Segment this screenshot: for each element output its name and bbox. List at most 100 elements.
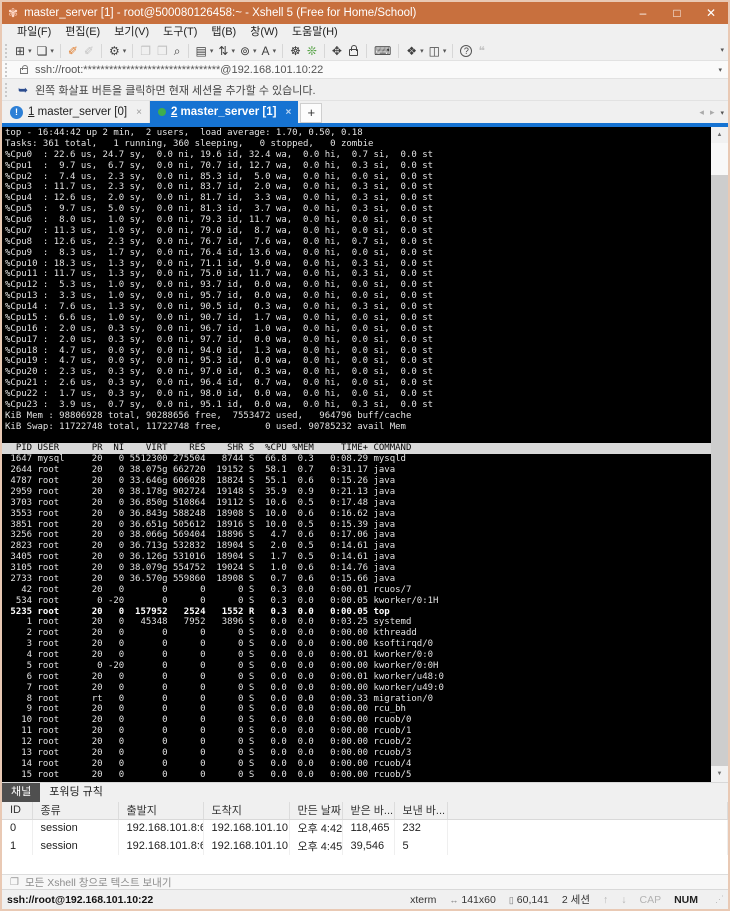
terminal-line: %Cpu23 : 3.9 us, 0.7 sy, 0.0 ni, 95.1 id… bbox=[5, 400, 711, 411]
channel-row[interactable]: 0 session 192.168.101.8:63... 192.168.10… bbox=[2, 819, 728, 837]
terminal-line: 2959 root 20 0 38.178g 902724 19148 S 35… bbox=[5, 487, 711, 498]
session-tab-label: master_server [1] bbox=[181, 106, 277, 118]
session-tab-label: master_server [0] bbox=[38, 106, 127, 118]
session-tab-1[interactable]: ! 1 master_server [0] × bbox=[2, 101, 150, 123]
column-header[interactable]: 도착지 bbox=[203, 802, 289, 819]
new-tab-button[interactable]: + bbox=[300, 103, 322, 123]
column-header[interactable] bbox=[447, 802, 728, 819]
multi-window-icon: ❐ bbox=[10, 877, 19, 888]
column-header[interactable]: 출발지 bbox=[118, 802, 203, 819]
dropdown-caret-icon[interactable]: ▾ bbox=[253, 47, 257, 55]
dropdown-caret-icon[interactable]: ▾ bbox=[273, 47, 277, 55]
menu-item[interactable]: 탭(B) bbox=[204, 24, 243, 41]
terminal-line: 3405 root 20 0 36.126g 531016 18904 S 1.… bbox=[5, 552, 711, 563]
file-transfer-button: ⇅ ▾ bbox=[215, 42, 237, 60]
column-header[interactable]: ID bbox=[2, 802, 32, 819]
terminal-line: Tasks: 361 total, 1 running, 360 sleepin… bbox=[5, 139, 711, 150]
minimize-button[interactable]: – bbox=[626, 2, 660, 24]
terminal-line: 14 root 20 0 0 0 0 S 0.0 0.0 0:00.00 rcu… bbox=[5, 759, 711, 770]
dropdown-caret-icon[interactable]: ▾ bbox=[50, 47, 54, 55]
terminal-line: %Cpu21 : 2.6 us, 0.3 sy, 0.0 ni, 96.4 id… bbox=[5, 378, 711, 389]
menu-item[interactable]: 파일(F) bbox=[10, 24, 58, 41]
menu-item[interactable]: 보기(V) bbox=[107, 24, 156, 41]
terminal-line: %Cpu3 : 11.7 us, 2.3 sy, 0.0 ni, 83.7 id… bbox=[5, 182, 711, 193]
tab-close-icon[interactable]: × bbox=[281, 107, 291, 118]
help-button: ? bbox=[457, 45, 475, 57]
scrollbar-thumb[interactable] bbox=[711, 143, 728, 175]
toolbar: ⊞ ▾ ❏ ▾ bbox=[2, 41, 728, 60]
terminal-size: 141x60 bbox=[461, 894, 495, 906]
info-bar-grip[interactable] bbox=[5, 83, 9, 97]
menu-item[interactable]: 창(W) bbox=[243, 24, 285, 41]
num-lock-indicator: NUM bbox=[674, 894, 698, 906]
terminal-line: 2823 root 20 0 36.713g 532832 18904 S 2.… bbox=[5, 541, 711, 552]
terminal-line: %Cpu7 : 11.3 us, 1.0 sy, 0.0 ni, 79.0 id… bbox=[5, 226, 711, 237]
session-url: ssh://root@192.168.101.10:22 bbox=[7, 894, 410, 906]
address-history-caret[interactable]: ▾ bbox=[712, 66, 728, 74]
dropdown-caret-icon[interactable]: ▾ bbox=[123, 47, 127, 55]
panel-tab[interactable]: 채널 bbox=[2, 783, 40, 802]
scroll-down-indicator-icon[interactable]: ↓ bbox=[621, 894, 626, 906]
terminal-output[interactable]: top - 16:44:42 up 2 min, 2 users, load a… bbox=[2, 127, 728, 782]
add-session-arrow-icon[interactable]: ➥ bbox=[18, 83, 28, 97]
menu-item[interactable]: 도구(T) bbox=[156, 24, 204, 41]
dropdown-caret-icon[interactable]: ▾ bbox=[443, 47, 447, 55]
terminal-line bbox=[5, 433, 711, 444]
table-header-row: ID종류출발지도착지만든 날짜받은 바...보낸 바... bbox=[2, 802, 728, 819]
toolbar-separator bbox=[324, 44, 325, 58]
terminal-line: 3851 root 20 0 36.651g 505612 18916 S 10… bbox=[5, 520, 711, 531]
address-input[interactable]: ssh://root:*****************************… bbox=[35, 64, 712, 76]
scroll-up-indicator-icon[interactable]: ↑ bbox=[603, 894, 608, 906]
maximize-button[interactable]: □ bbox=[660, 2, 694, 24]
menu-item[interactable]: 도움말(H) bbox=[285, 24, 345, 41]
dropdown-caret-icon[interactable]: ▾ bbox=[28, 47, 32, 55]
send-text-input[interactable]: 모든 Xshell 창으로 텍스트 보내기 bbox=[25, 875, 172, 890]
tab-scroll-left-icon[interactable]: ◂ bbox=[699, 107, 704, 118]
paste-button: ❒ bbox=[154, 42, 171, 60]
address-bar-grip[interactable] bbox=[5, 63, 9, 77]
session-properties-button: ⚙ ▾ bbox=[106, 42, 128, 60]
session-tab-bar: ! 1 master_server [0] × 2 master_server … bbox=[2, 101, 728, 123]
tab-list-caret[interactable]: ▾ bbox=[720, 109, 724, 117]
terminal-line: 3553 root 20 0 36.843g 588248 18908 S 10… bbox=[5, 509, 711, 520]
terminal-scrollbar[interactable]: ▲ ▼ bbox=[711, 127, 728, 782]
status-bar: ssh://root@192.168.101.10:22 xterm ↔141x… bbox=[2, 889, 728, 909]
terminal-line: %Cpu13 : 3.3 us, 1.0 sy, 0.0 ni, 95.7 id… bbox=[5, 291, 711, 302]
toolbar-separator bbox=[398, 44, 399, 58]
info-bar-text: 왼쪽 화살표 버튼을 클릭하면 현재 세션을 추가할 수 있습니다. bbox=[35, 82, 316, 98]
column-header[interactable]: 만든 날짜 bbox=[289, 802, 342, 819]
cell-received-bytes: 39,546 bbox=[342, 837, 394, 855]
terminal-line: 15 root 20 0 0 0 0 S 0.0 0.0 0:00.00 rcu… bbox=[5, 770, 711, 781]
terminal-size-icon: ↔ bbox=[449, 895, 458, 905]
panel-tab[interactable]: 포워딩 규칙 bbox=[40, 783, 112, 802]
bottom-panel: 채널포워딩 규칙 ID종류출발지도착지만든 날짜받은 바...보낸 바... 0 bbox=[2, 782, 728, 874]
terminal-line: 1 root 20 0 45348 7952 3896 S 0.0 0.0 0:… bbox=[5, 617, 711, 628]
column-header[interactable]: 종류 bbox=[32, 802, 118, 819]
title-bar[interactable]: ✾ master_server [1] - root@500080126458:… bbox=[2, 2, 728, 24]
toolbar-grip[interactable] bbox=[5, 44, 9, 58]
terminal-line: 12 root 20 0 0 0 0 S 0.0 0.0 0:00.00 rcu… bbox=[5, 737, 711, 748]
lock-icon[interactable] bbox=[349, 49, 358, 56]
dropdown-caret-icon[interactable]: ▾ bbox=[420, 47, 424, 55]
scroll-up-icon[interactable]: ▲ bbox=[711, 127, 728, 143]
session-tab-2[interactable]: 2 master_server [1] × bbox=[150, 101, 298, 123]
dropdown-caret-icon[interactable]: ▾ bbox=[231, 47, 235, 55]
terminal-line: %Cpu16 : 2.0 us, 0.3 sy, 0.0 ni, 96.7 id… bbox=[5, 324, 711, 335]
terminal-line: KiB Mem : 98806928 total, 90288656 free,… bbox=[5, 411, 711, 422]
toolbar-overflow-caret[interactable]: ▾ bbox=[720, 46, 724, 54]
tab-close-icon[interactable]: × bbox=[132, 107, 142, 118]
terminal-line: %Cpu5 : 9.7 us, 5.0 sy, 0.0 ni, 81.3 id,… bbox=[5, 204, 711, 215]
channel-row[interactable]: 1 session 192.168.101.8:63... 192.168.10… bbox=[2, 837, 728, 855]
new-window-button: ❖ ▾ bbox=[403, 42, 425, 60]
resize-grip-icon[interactable]: ⋰ bbox=[715, 894, 724, 905]
highlight-button: ❊ bbox=[304, 42, 320, 60]
tab-scroll-right-icon[interactable]: ▸ bbox=[710, 107, 715, 118]
column-header[interactable]: 보낸 바... bbox=[394, 802, 447, 819]
dropdown-caret-icon[interactable]: ▾ bbox=[210, 47, 214, 55]
menu-item[interactable]: 편집(E) bbox=[58, 24, 107, 41]
caps-lock-indicator: CAP bbox=[639, 894, 661, 906]
column-header[interactable]: 받은 바... bbox=[342, 802, 394, 819]
scroll-down-icon[interactable]: ▼ bbox=[711, 766, 728, 782]
close-button[interactable]: ✕ bbox=[694, 2, 728, 24]
toolbar-separator bbox=[188, 44, 189, 58]
